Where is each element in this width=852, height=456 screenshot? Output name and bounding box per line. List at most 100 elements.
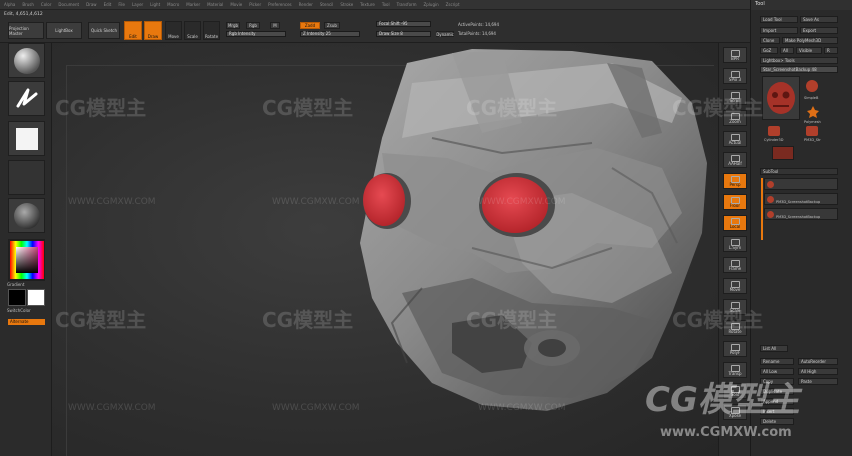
- menu-edit[interactable]: Edit: [104, 2, 112, 7]
- polymesh-thumb[interactable]: [806, 104, 820, 118]
- mrgb-button[interactable]: Mrgb: [226, 22, 240, 29]
- shelf-zoom-button[interactable]: Zoom: [723, 110, 747, 126]
- canvas-viewport[interactable]: [52, 43, 718, 456]
- menu-picker[interactable]: Picker: [249, 2, 261, 7]
- scale-button[interactable]: Scale: [184, 21, 201, 40]
- shelf-aahalf-button[interactable]: AAHalf: [723, 152, 747, 168]
- all-button[interactable]: All: [780, 47, 794, 54]
- secondary-color-swatch[interactable]: [27, 289, 45, 306]
- main-color-swatch[interactable]: [8, 289, 26, 306]
- stroke-selector[interactable]: [8, 81, 45, 116]
- menu-tool[interactable]: Tool: [382, 2, 390, 7]
- lightbox-button[interactable]: LightBox: [46, 22, 82, 39]
- import-button[interactable]: Import: [760, 27, 798, 34]
- shelf-l-sym-button[interactable]: L.Sym: [723, 236, 747, 252]
- menu-document[interactable]: Document: [58, 2, 79, 7]
- z-intensity-slider[interactable]: Z Intensity 25: [300, 31, 360, 37]
- move-button[interactable]: Move: [165, 21, 182, 40]
- projection-master-button[interactable]: Projection Master: [8, 22, 44, 39]
- menu-transform[interactable]: Transform: [397, 2, 417, 7]
- clone-button[interactable]: Clone: [760, 37, 780, 44]
- menu-movie[interactable]: Movie: [230, 2, 242, 7]
- texture-selector[interactable]: [8, 160, 45, 195]
- shelf-polyf-button[interactable]: PolyF: [723, 341, 747, 357]
- sculpt-model[interactable]: [52, 43, 718, 456]
- shelf-persp-button[interactable]: Persp: [723, 173, 747, 189]
- color-picker[interactable]: [8, 239, 45, 281]
- draw-button[interactable]: Draw: [144, 21, 162, 40]
- export-button[interactable]: Export: [800, 27, 838, 34]
- visible-button[interactable]: Visible: [796, 47, 822, 54]
- zsub-button[interactable]: Zsub: [324, 22, 340, 29]
- lightbox-tools-button[interactable]: Lightbox> Tools: [760, 57, 838, 64]
- shelf-move-button[interactable]: Move: [723, 278, 747, 294]
- subtool-row[interactable]: PM3D_ScreenshotBackup: [764, 208, 838, 220]
- shelf-actual-button[interactable]: Actual: [723, 131, 747, 147]
- rgb-button[interactable]: Rgb: [246, 22, 260, 29]
- subtool-row[interactable]: PM3D_ScreenshotBackup: [764, 193, 838, 205]
- shelf-local-button[interactable]: Local: [723, 215, 747, 231]
- shelf-glyph-icon: [731, 113, 740, 120]
- subtool-header[interactable]: SubTool: [760, 168, 838, 175]
- load-tool-button[interactable]: Load Tool: [760, 16, 798, 23]
- menu-macro[interactable]: Macro: [167, 2, 179, 7]
- all-high-button[interactable]: All High: [798, 368, 838, 375]
- zadd-button[interactable]: Zadd: [300, 22, 320, 29]
- r-button[interactable]: R: [824, 47, 838, 54]
- material-selector[interactable]: [8, 198, 45, 233]
- goz-button[interactable]: GoZ: [760, 47, 778, 54]
- current-tool-name[interactable]: Star_ScreenshotBackup 48: [760, 66, 838, 73]
- menu-stencil[interactable]: Stencil: [320, 2, 334, 7]
- extra-thumb[interactable]: [772, 146, 794, 160]
- shelf-scale-button[interactable]: Scale: [723, 299, 747, 315]
- alternate-button[interactable]: Alternate: [8, 319, 45, 325]
- alpha-selector[interactable]: [8, 121, 45, 156]
- rgb-intensity-slider[interactable]: Rgb Intensity: [226, 31, 286, 37]
- shelf-scroll-button[interactable]: Scroll: [723, 89, 747, 105]
- paste-button[interactable]: Paste: [798, 378, 838, 385]
- menu-marker[interactable]: Marker: [186, 2, 200, 7]
- menu-texture[interactable]: Texture: [360, 2, 375, 7]
- color-square[interactable]: [15, 247, 38, 273]
- rotate-button[interactable]: Rotate: [203, 21, 220, 40]
- edit-button[interactable]: Edit: [124, 21, 142, 40]
- menu-brush[interactable]: Brush: [22, 2, 34, 7]
- menu-light[interactable]: Light: [150, 2, 160, 7]
- rename-button[interactable]: Rename: [760, 358, 794, 365]
- shelf-spix-3-button[interactable]: SPix 3: [723, 68, 747, 84]
- list-all-button[interactable]: List All: [760, 345, 788, 352]
- simpleb-thumb[interactable]: [806, 80, 820, 94]
- pm3d-thumb[interactable]: [806, 126, 818, 136]
- menu-preferences[interactable]: Preferences: [268, 2, 292, 7]
- menu-material[interactable]: Material: [207, 2, 223, 7]
- menu-layer[interactable]: Layer: [132, 2, 143, 7]
- shelf-rotate-button[interactable]: Rotate: [723, 320, 747, 336]
- color-spectrum[interactable]: [9, 241, 44, 279]
- shelf-bpr-button[interactable]: BPR: [723, 47, 747, 63]
- menu-alpha[interactable]: Alpha: [4, 2, 15, 7]
- menu-file[interactable]: File: [118, 2, 125, 7]
- menu-zplugin[interactable]: Zplugin: [424, 2, 439, 7]
- brush-selector[interactable]: [8, 43, 45, 78]
- switch-color-label[interactable]: SwitchColor: [7, 308, 31, 313]
- current-tool-thumb[interactable]: [762, 76, 800, 120]
- menu-stroke[interactable]: Stroke: [340, 2, 353, 7]
- shelf-floor-button[interactable]: Floor: [723, 194, 747, 210]
- menu-render[interactable]: Render: [299, 2, 313, 7]
- make-polymesh-button[interactable]: Make PolyMesh3D: [782, 37, 838, 44]
- menu-draw[interactable]: Draw: [86, 2, 96, 7]
- menu-color[interactable]: Color: [41, 2, 51, 7]
- shelf-glyph-icon: [731, 302, 740, 309]
- autoreorder-button[interactable]: AutoReorder: [798, 358, 838, 365]
- focal-shift-slider[interactable]: Focal Shift -95: [376, 21, 431, 27]
- cylinder-thumb[interactable]: [768, 126, 780, 136]
- menu-zscript[interactable]: Zscript: [446, 2, 460, 7]
- draw-size-slider[interactable]: Draw Size 8: [376, 31, 431, 37]
- quick-sketch-button[interactable]: Quick Sketch: [88, 22, 120, 39]
- dynamic-button[interactable]: Dynamic: [436, 31, 454, 37]
- shelf-frame-button[interactable]: Frame: [723, 257, 747, 273]
- m-button[interactable]: M: [270, 22, 280, 29]
- save-as-button[interactable]: Save As: [800, 16, 838, 23]
- subtool-scrollbar[interactable]: [761, 178, 763, 240]
- subtool-row[interactable]: [764, 178, 838, 190]
